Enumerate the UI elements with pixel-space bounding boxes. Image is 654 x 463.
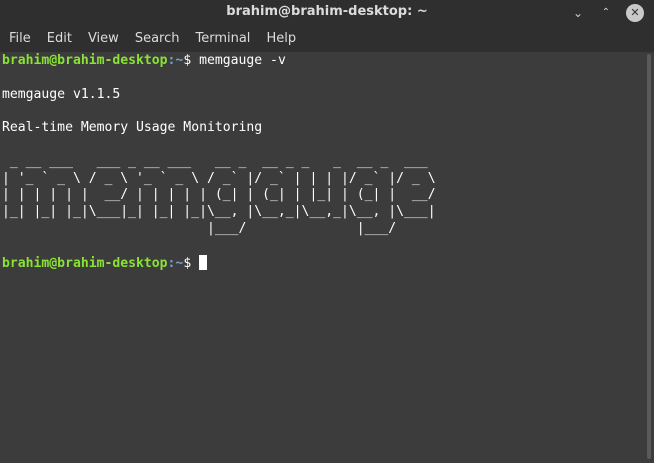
prompt-user: brahim@brahim-desktop	[2, 255, 168, 271]
scrollbar[interactable]	[642, 52, 654, 463]
menu-search[interactable]: Search	[127, 26, 188, 52]
menu-edit[interactable]: Edit	[39, 26, 80, 52]
ascii-art-line: | '_ ` _ \ / _ \ '_ ` _ \ / _` |/ _` | |…	[2, 170, 436, 186]
menu-terminal[interactable]: Terminal	[187, 26, 258, 52]
ascii-art-line: |___/ |___/	[2, 220, 436, 236]
output-line: Real-time Memory Usage Monitoring	[2, 120, 263, 136]
command-line: brahim@brahim-desktop:~$ memgauge -v	[2, 53, 642, 70]
menu-view[interactable]: View	[80, 26, 127, 52]
menu-bar: File Edit View Search Terminal Help	[0, 26, 654, 52]
prompt-symbol: $	[183, 255, 200, 271]
title-bar[interactable]: brahim@brahim-desktop: ~ ⌄ ⌃ ✕	[0, 0, 654, 26]
command-text: memgauge -v	[199, 53, 286, 68]
prompt-path: :~	[167, 53, 184, 68]
maximize-icon[interactable]: ⌃	[596, 3, 616, 23]
prompt-symbol: $	[183, 53, 200, 68]
prompt-user: brahim@brahim-desktop	[2, 53, 168, 68]
prompt-line: brahim@brahim-desktop:~$	[2, 254, 642, 272]
scrollbar-thumb[interactable]	[647, 54, 651, 459]
prompt-path: :~	[167, 255, 184, 271]
menu-help[interactable]: Help	[258, 26, 304, 52]
ascii-art-line: _ __ ___ ___ _ __ ___ __ _ __ _ _ _ __ _…	[2, 153, 436, 169]
terminal-window: brahim@brahim-desktop: ~ ⌄ ⌃ ✕ File Edit…	[0, 0, 654, 463]
window-title: brahim@brahim-desktop: ~	[226, 4, 428, 19]
close-icon[interactable]: ✕	[626, 4, 644, 22]
menu-file[interactable]: File	[1, 26, 39, 52]
minimize-icon[interactable]: ⌄	[568, 3, 588, 23]
output-line: memgauge v1.1.5	[2, 86, 121, 102]
text-cursor	[199, 254, 208, 270]
ascii-art-line: |_| |_| |_|\___|_| |_| |_|\__, |\__,_|\_…	[2, 204, 436, 220]
ascii-art-line: | | | | | | __/ | | | | | (_| | (_| | |_…	[2, 187, 436, 203]
terminal-output[interactable]: brahim@brahim-desktop:~$ memgauge -v mem…	[0, 52, 642, 463]
